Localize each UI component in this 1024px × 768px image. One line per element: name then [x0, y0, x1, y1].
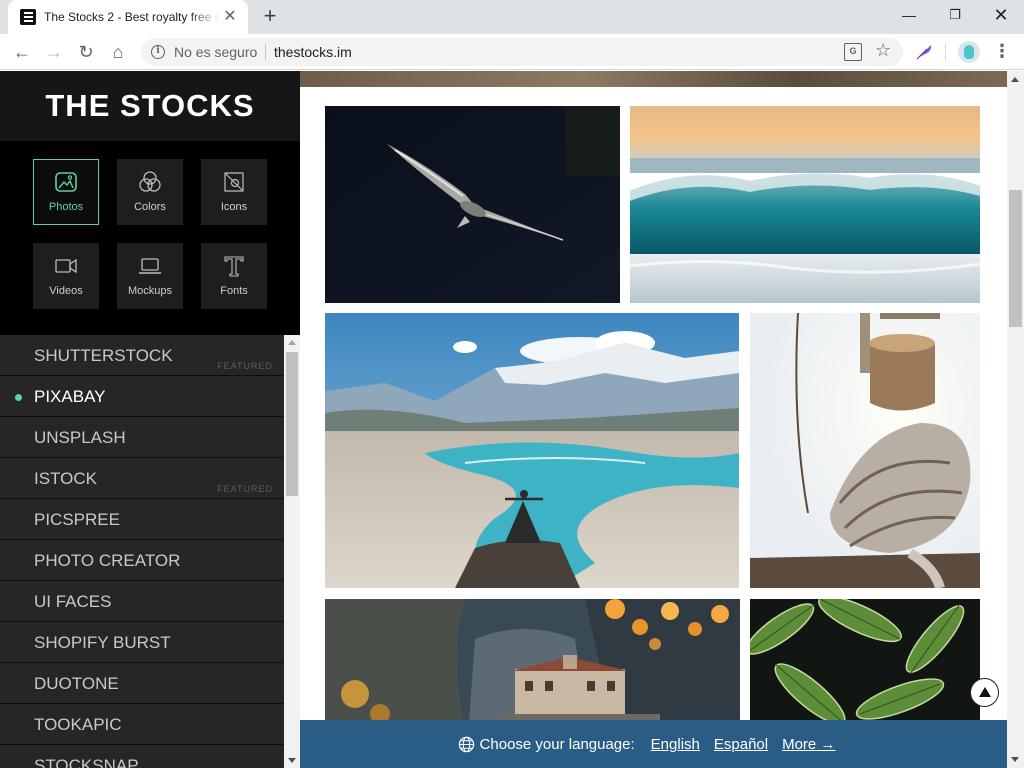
hero-image-strip — [300, 71, 1007, 87]
photo-mountain-river[interactable] — [325, 313, 739, 588]
source-label: DUOTONE — [34, 674, 119, 693]
address-bar[interactable]: i No es seguro thestocks.im G ☆ — [141, 38, 903, 66]
source-item-tookapic[interactable]: TOOKAPIC — [0, 704, 284, 745]
page-viewport: THE STOCKS Photos Colors Icons Videos Mo… — [0, 71, 1024, 768]
featured-badge: FEATURED — [217, 484, 273, 494]
font-icon — [224, 256, 244, 277]
info-icon[interactable]: i — [151, 45, 165, 59]
browser-tab-strip: The Stocks 2 - Best royalty free stock p… — [0, 0, 1024, 34]
wave-image — [630, 106, 980, 303]
language-prompt: Choose your language: — [479, 735, 635, 753]
source-label: STOCKSNAP — [34, 756, 139, 768]
source-label: ISTOCK — [34, 469, 97, 488]
browser-menu-icon[interactable]: ⋮ — [992, 40, 1012, 64]
video-icon — [55, 258, 77, 274]
photo-eagle[interactable] — [325, 106, 620, 303]
close-window-icon[interactable]: ✕ — [978, 0, 1024, 30]
security-status[interactable]: No es seguro — [174, 44, 257, 60]
feather-extension-icon[interactable] — [915, 43, 933, 61]
category-colors[interactable]: Colors — [117, 159, 183, 225]
source-label: SHOPIFY BURST — [34, 633, 171, 652]
scroll-up-arrow-icon[interactable] — [288, 340, 296, 345]
sidebar-scrollbar[interactable] — [284, 335, 300, 768]
source-list: SHUTTERSTOCK FEATURED PIXABAY UNSPLASH I… — [0, 335, 284, 768]
rope-image — [750, 313, 980, 588]
scroll-down-arrow-icon[interactable] — [1011, 757, 1019, 762]
globe-icon — [458, 736, 474, 752]
photo-boat-rope[interactable] — [750, 313, 980, 588]
category-label: Photos — [48, 201, 84, 213]
category-icons[interactable]: Icons — [201, 159, 267, 225]
category-label: Videos — [49, 285, 83, 297]
tab-close-icon[interactable]: ✕ — [222, 9, 238, 25]
category-label: Colors — [134, 201, 166, 213]
source-item-photo-creator[interactable]: PHOTO CREATOR — [0, 540, 284, 581]
sidebar: THE STOCKS Photos Colors Icons Videos Mo… — [0, 71, 300, 768]
category-videos[interactable]: Videos — [33, 243, 99, 309]
new-tab-button[interactable]: + — [258, 5, 282, 29]
source-item-shopify-burst[interactable]: SHOPIFY BURST — [0, 622, 284, 663]
source-label: TOOKAPIC — [34, 715, 122, 734]
icons-icon — [224, 172, 244, 192]
photo-grid — [300, 71, 1007, 768]
source-item-unsplash[interactable]: UNSPLASH — [0, 417, 284, 458]
url-text[interactable]: thestocks.im — [274, 44, 352, 60]
source-item-pixabay[interactable]: PIXABAY — [0, 376, 284, 417]
category-label: Mockups — [127, 285, 173, 297]
photo-ocean-wave[interactable] — [630, 106, 980, 303]
eagle-image — [325, 106, 620, 303]
reload-icon[interactable]: ↻ — [73, 39, 99, 65]
category-label: Fonts — [220, 285, 248, 297]
tab-title: The Stocks 2 - Best royalty free stock p… — [44, 10, 220, 24]
category-label: Icons — [220, 201, 248, 213]
featured-badge: FEATURED — [217, 361, 273, 371]
home-icon[interactable]: ⌂ — [105, 39, 131, 65]
source-item-shutterstock[interactable]: SHUTTERSTOCK FEATURED — [0, 335, 284, 376]
source-item-ui-faces[interactable]: UI FACES — [0, 581, 284, 622]
source-item-duotone[interactable]: DUOTONE — [0, 663, 284, 704]
back-arrow-icon[interactable]: ← — [9, 39, 35, 65]
source-label: UNSPLASH — [34, 428, 126, 447]
language-more-link[interactable]: More → — [782, 736, 835, 753]
browser-tab[interactable]: The Stocks 2 - Best royalty free stock p… — [8, 0, 248, 34]
category-fonts[interactable]: Fonts — [201, 243, 267, 309]
mountain-river-image — [325, 313, 739, 588]
minimize-window-icon[interactable]: — — [886, 0, 932, 30]
category-photos[interactable]: Photos — [33, 159, 99, 225]
language-option-english[interactable]: English — [651, 736, 700, 753]
restore-window-icon[interactable]: ❐ — [932, 0, 978, 30]
arrow-up-icon — [978, 686, 991, 697]
active-dot-icon — [15, 394, 22, 401]
source-label: SHUTTERSTOCK — [34, 346, 173, 365]
bookmark-star-icon[interactable]: ☆ — [875, 40, 891, 61]
colors-icon — [139, 171, 161, 192]
scroll-down-arrow-icon[interactable] — [288, 758, 296, 763]
category-mockups[interactable]: Mockups — [117, 243, 183, 309]
forward-arrow-icon[interactable]: → — [41, 39, 67, 65]
source-label: UI FACES — [34, 592, 112, 611]
translate-icon[interactable]: G — [844, 43, 862, 61]
profile-avatar-icon[interactable] — [958, 41, 980, 63]
sidebar-scrollbar-thumb[interactable] — [286, 352, 298, 496]
source-label: PICSPREE — [34, 510, 120, 529]
page-scrollbar-thumb[interactable] — [1009, 190, 1022, 327]
source-item-istock[interactable]: ISTOCK FEATURED — [0, 458, 284, 499]
photo-icon — [55, 172, 77, 192]
source-label: PHOTO CREATOR — [34, 551, 181, 570]
scroll-up-arrow-icon[interactable] — [1011, 77, 1019, 82]
back-to-top-button[interactable] — [970, 678, 999, 707]
language-bar: Choose your language: English Español Mo… — [300, 720, 1007, 768]
address-separator — [265, 44, 266, 60]
source-item-picspree[interactable]: PICSPREE — [0, 499, 284, 540]
laptop-icon — [139, 258, 161, 274]
page-scrollbar[interactable] — [1007, 71, 1024, 768]
category-grid: Photos Colors Icons Videos Mockups Fonts — [0, 141, 300, 335]
site-favicon-icon — [20, 9, 36, 25]
source-item-stocksnap[interactable]: STOCKSNAP — [0, 745, 284, 768]
source-label: PIXABAY — [34, 387, 106, 406]
browser-toolbar: ← → ↻ ⌂ i No es seguro thestocks.im G ☆ … — [0, 34, 1024, 70]
site-logo[interactable]: THE STOCKS — [0, 71, 300, 141]
toolbar-separator — [945, 43, 946, 61]
language-option-espanol[interactable]: Español — [714, 736, 768, 753]
